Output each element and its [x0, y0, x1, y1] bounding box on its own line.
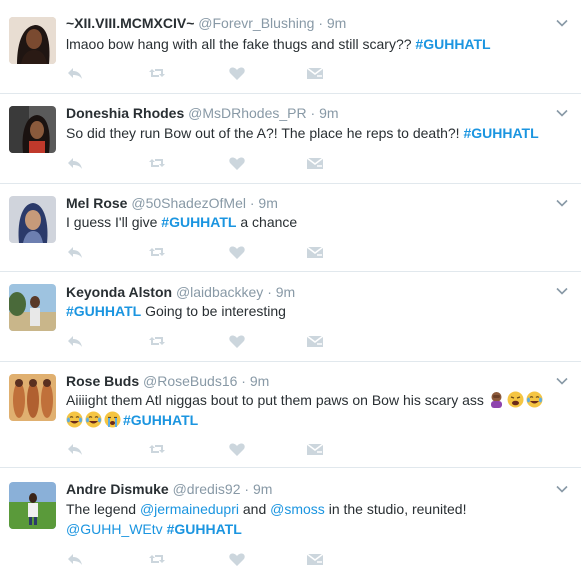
timestamp[interactable]: 9m [258, 195, 277, 211]
reply-icon[interactable] [66, 440, 84, 458]
direct-message-icon[interactable] [306, 332, 324, 350]
hashtag-link[interactable]: #GUHHATL [66, 303, 141, 319]
retweet-icon[interactable] [148, 154, 166, 172]
tweet-text: So did they run Bow out of the A?! The p… [66, 123, 566, 143]
reply-icon[interactable] [66, 64, 84, 82]
mention-link[interactable]: @jermainedupri [140, 501, 239, 517]
separator-dot: · [244, 481, 250, 497]
tweet-text: Aiiiight them Atl niggas bout to put the… [66, 390, 566, 430]
reply-icon[interactable] [66, 332, 84, 350]
author-handle[interactable]: @dredis92 [173, 481, 241, 497]
timestamp[interactable]: 9m [250, 373, 269, 389]
direct-message-icon[interactable] [306, 64, 324, 82]
separator-dot: · [318, 15, 323, 31]
joy-emoji [526, 391, 543, 408]
heart-icon[interactable] [228, 440, 246, 458]
tweet-text-body: I guess I'll give [66, 214, 162, 230]
author-name[interactable]: Andre Dismuke [66, 481, 169, 497]
tweet-text-body: lmaoo bow hang with all the fake thugs a… [66, 36, 416, 52]
tweet-text: The legend @jermainedupri and @smoss in … [66, 499, 546, 539]
avatar[interactable] [9, 17, 56, 64]
retweet-icon[interactable] [148, 332, 166, 350]
timestamp[interactable]: 9m [327, 15, 346, 31]
hashtag-link[interactable]: #GUHHATL [167, 521, 242, 537]
chevron-down-icon[interactable] [555, 16, 569, 30]
mention-link[interactable]: @GUHH_WEtv [66, 521, 163, 537]
retweet-icon[interactable] [148, 440, 166, 458]
tweet[interactable]: ~XII.VIII.MCMXCIV~ @Forevr_Blushing · 9m… [0, 0, 581, 94]
retweet-icon[interactable] [148, 64, 166, 82]
chevron-down-icon[interactable] [555, 106, 569, 120]
direct-message-icon[interactable] [306, 154, 324, 172]
retweet-icon[interactable] [148, 243, 166, 261]
author-handle[interactable]: @Forevr_Blushing [198, 15, 314, 31]
avatar[interactable] [9, 196, 56, 243]
tweet[interactable]: Mel Rose @50ShadezOfMel · 9m I guess I'l… [0, 184, 581, 272]
tweet-text: lmaoo bow hang with all the fake thugs a… [66, 34, 566, 54]
author-name[interactable]: Mel Rose [66, 195, 127, 211]
reply-icon[interactable] [66, 243, 84, 261]
sob-emoji [104, 411, 121, 428]
tweet[interactable]: Doneshia Rhodes @MsDRhodes_PR · 9m So di… [0, 94, 581, 184]
heart-icon[interactable] [228, 243, 246, 261]
reply-icon[interactable] [66, 550, 84, 568]
tweet-text-tail: a chance [236, 214, 298, 230]
avatar[interactable] [9, 374, 56, 421]
chevron-down-icon[interactable] [555, 196, 569, 210]
separator-dot: · [267, 284, 272, 300]
direct-message-icon[interactable] [306, 243, 324, 261]
author-name[interactable]: ~XII.VIII.MCMXCIV~ [66, 15, 194, 31]
timestamp[interactable]: 9m [319, 105, 338, 121]
heart-icon[interactable] [228, 332, 246, 350]
avatar[interactable] [9, 482, 56, 529]
tweet-text-mid: in the studio, reunited! [324, 501, 467, 517]
tweet-text: #GUHHATL Going to be interesting [66, 301, 566, 321]
author-name[interactable]: Doneshia Rhodes [66, 105, 184, 121]
tweet[interactable]: Andre Dismuke @dredis92 · 9m The legend … [0, 468, 581, 581]
avatar[interactable] [9, 106, 56, 153]
chevron-down-icon[interactable] [555, 482, 569, 496]
heart-icon[interactable] [228, 64, 246, 82]
heart-icon[interactable] [228, 550, 246, 568]
woman-facepalm-emoji [490, 392, 502, 408]
tweet-text-body: So did they run Bow out of the A?! The p… [66, 125, 464, 141]
separator-dot: · [249, 195, 255, 211]
retweet-icon[interactable] [148, 550, 166, 568]
hashtag-link[interactable]: #GUHHATL [415, 36, 490, 52]
author-handle[interactable]: @50ShadezOfMel [131, 195, 246, 211]
chevron-down-icon[interactable] [555, 374, 569, 388]
timestamp[interactable]: 9m [253, 481, 272, 497]
timestamp[interactable]: 9m [276, 284, 295, 300]
tweet-text-mid: and [239, 501, 271, 517]
reply-icon[interactable] [66, 154, 84, 172]
separator-dot: · [310, 105, 316, 121]
joy-emoji [66, 411, 83, 428]
tweet-text-tail: Going to be interesting [141, 303, 286, 319]
joy-emoji [85, 411, 102, 428]
heart-icon[interactable] [228, 154, 246, 172]
tweet-text: I guess I'll give #GUHHATL a chance [66, 212, 566, 232]
hashtag-link[interactable]: #GUHHATL [463, 125, 538, 141]
tweet-feed: ~XII.VIII.MCMXCIV~ @Forevr_Blushing · 9m… [0, 0, 581, 581]
author-handle[interactable]: @laidbackkey [176, 284, 263, 300]
weary-face-emoji [507, 391, 524, 408]
tweet-text-body: Aiiiight them Atl niggas bout to put the… [66, 392, 488, 408]
author-name[interactable]: Keyonda Alston [66, 284, 172, 300]
direct-message-icon[interactable] [306, 550, 324, 568]
avatar[interactable] [9, 284, 56, 331]
author-handle[interactable]: @MsDRhodes_PR [188, 105, 306, 121]
direct-message-icon[interactable] [306, 440, 324, 458]
author-handle[interactable]: @RoseBuds16 [143, 373, 237, 389]
chevron-down-icon[interactable] [555, 284, 569, 298]
tweet-text-body: The legend [66, 501, 140, 517]
tweet[interactable]: Keyonda Alston @laidbackkey · 9m #GUHHAT… [0, 272, 581, 362]
author-name[interactable]: Rose Buds [66, 373, 139, 389]
hashtag-link[interactable]: #GUHHATL [123, 412, 198, 428]
mention-link[interactable]: @smoss [270, 501, 325, 517]
hashtag-link[interactable]: #GUHHATL [161, 214, 236, 230]
separator-dot: · [241, 373, 246, 389]
tweet[interactable]: Rose Buds @RoseBuds16 · 9m Aiiiight them… [0, 362, 581, 468]
